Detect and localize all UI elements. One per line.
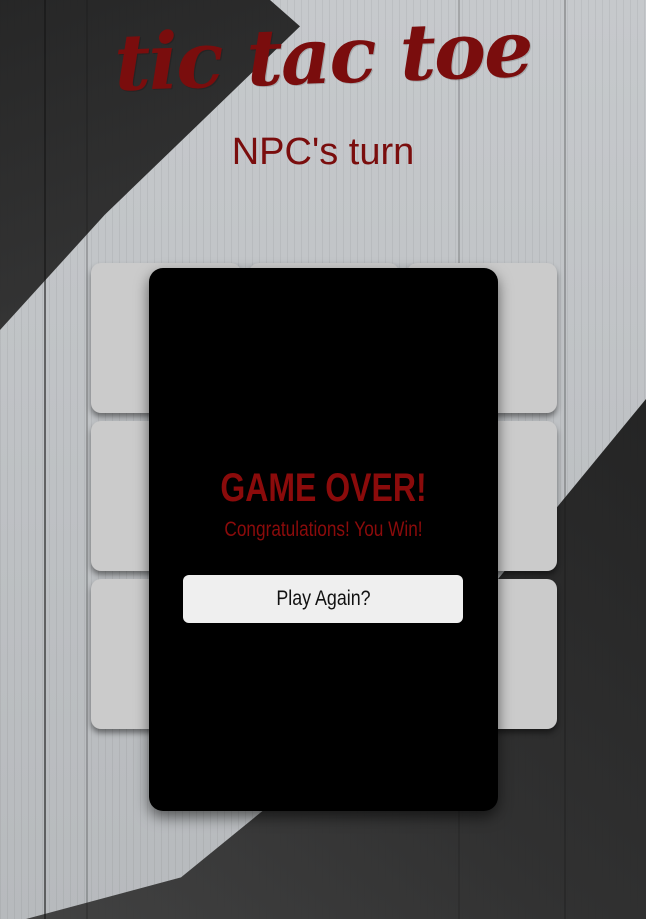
game-over-title: GAME OVER! [220,466,427,510]
result-message: Congratulations! You Win! [224,518,423,541]
turn-status: NPC's turn [231,131,415,173]
play-again-label: Play Again? [275,587,371,610]
play-again-button[interactable]: Play Again? [183,575,463,623]
game-over-modal: GAME OVER! Congratulations! You Win! Pla… [149,268,498,811]
